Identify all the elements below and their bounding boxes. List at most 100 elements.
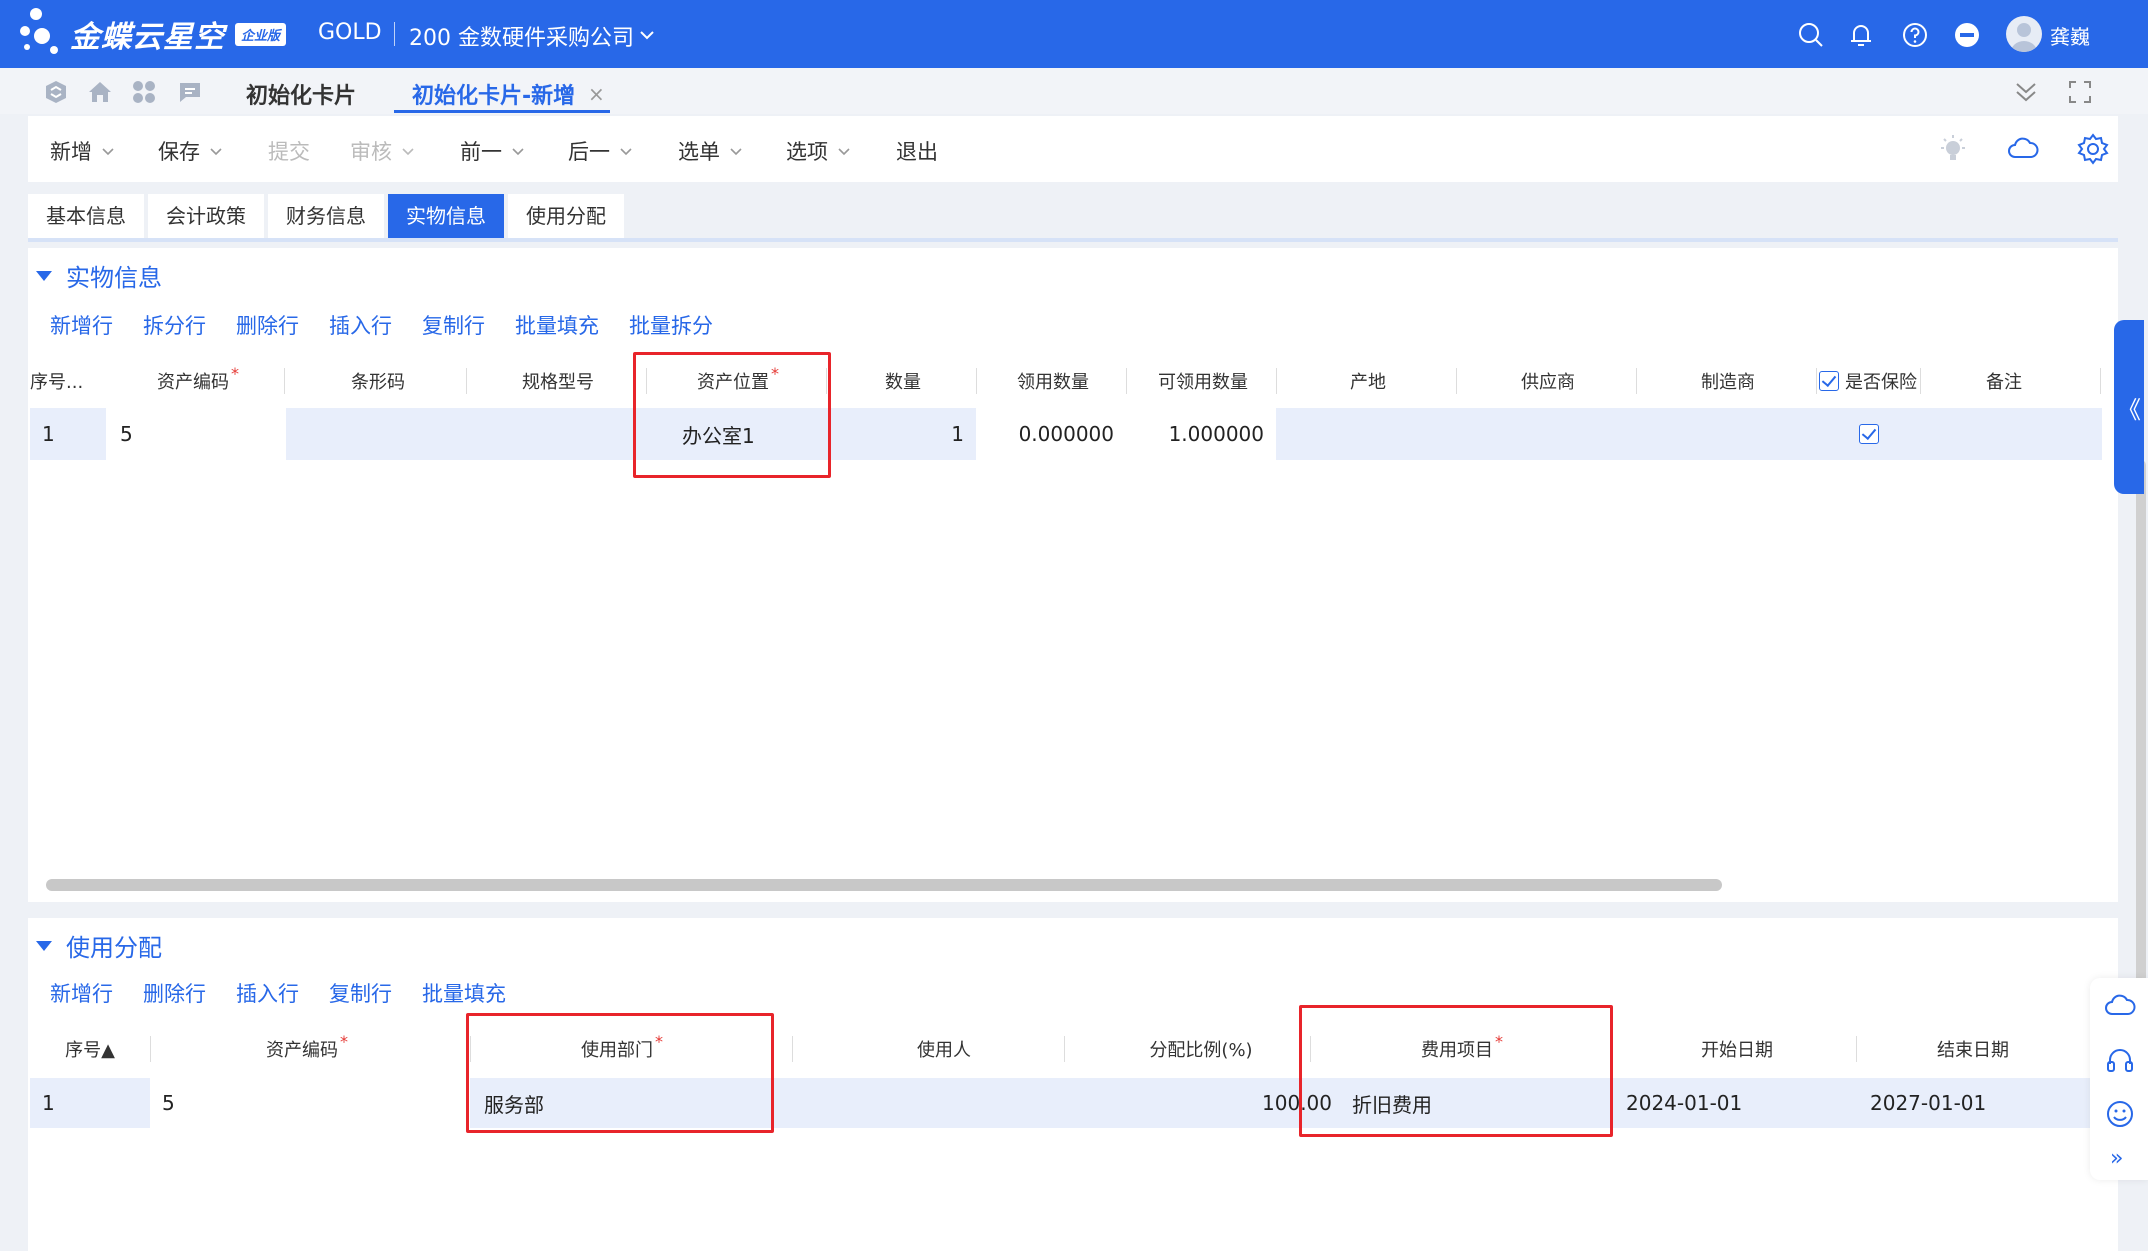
copy-row-button[interactable]: 复制行: [329, 978, 392, 1008]
cell-quantity[interactable]: 1: [828, 408, 976, 460]
col-divider[interactable]: [1456, 368, 1457, 394]
cell-user[interactable]: [792, 1078, 1064, 1128]
collapse-triangle-icon[interactable]: [36, 270, 52, 281]
add-row-button[interactable]: 新增行: [50, 310, 113, 340]
col-origin[interactable]: 产地: [1278, 354, 1458, 408]
chevron-down-icon[interactable]: [100, 143, 116, 159]
usage-allocation-title[interactable]: 使用分配: [36, 928, 162, 963]
col-barcode[interactable]: 条形码: [288, 354, 468, 408]
col-insured[interactable]: 是否保险: [1818, 354, 1918, 408]
search-icon[interactable]: [1796, 20, 1826, 50]
col-asset-code[interactable]: 资产编码 *: [152, 1022, 462, 1076]
col-seq[interactable]: 序号...: [30, 354, 108, 408]
exit-button[interactable]: 退出: [896, 136, 938, 166]
physical-info-title[interactable]: 实物信息: [36, 258, 162, 293]
cell-ratio[interactable]: 100.00: [1064, 1078, 1332, 1128]
batch-split-button[interactable]: 批量拆分: [629, 310, 713, 340]
audit-button[interactable]: 审核: [350, 136, 416, 166]
cloud-icon[interactable]: [2006, 132, 2040, 166]
col-divider[interactable]: [150, 1036, 151, 1062]
col-divider[interactable]: [1126, 368, 1127, 394]
col-divider[interactable]: [1856, 1036, 1857, 1062]
cell-asset-code[interactable]: 5: [106, 408, 286, 460]
tab-financial-info[interactable]: 财务信息: [268, 194, 384, 238]
tab-usage-allocation[interactable]: 使用分配: [508, 194, 624, 238]
fullscreen-icon[interactable]: [2066, 78, 2094, 106]
user-name[interactable]: 龚巍: [2050, 21, 2090, 50]
minus-circle-icon[interactable]: [1952, 20, 1982, 50]
tab-physical-info[interactable]: 实物信息: [388, 194, 504, 238]
close-icon[interactable]: ×: [588, 82, 605, 106]
options-button[interactable]: 选项: [786, 136, 852, 166]
refresh-icon[interactable]: [42, 78, 70, 106]
copy-row-button[interactable]: 复制行: [422, 310, 485, 340]
chevron-down-icon[interactable]: [618, 143, 634, 159]
new-button[interactable]: 新增: [50, 136, 116, 166]
save-button[interactable]: 保存: [158, 136, 224, 166]
horizontal-scrollbar-thumb[interactable]: [46, 879, 1722, 891]
split-row-button[interactable]: 拆分行: [143, 310, 206, 340]
delete-row-button[interactable]: 删除行: [236, 310, 299, 340]
side-collapse-tab[interactable]: 《: [2114, 320, 2144, 494]
cell-asset-code[interactable]: 5: [150, 1078, 470, 1128]
logo[interactable]: 金蝶云星空 企业版: [20, 6, 290, 62]
insert-row-button[interactable]: 插入行: [329, 310, 392, 340]
cell-insured[interactable]: [1818, 408, 1920, 460]
chevron-down-icon[interactable]: [728, 143, 744, 159]
chevron-down-icon[interactable]: [836, 143, 852, 159]
lightbulb-icon[interactable]: [1936, 132, 1970, 166]
cell-spec-model[interactable]: [466, 408, 648, 460]
col-seq-sorted[interactable]: 序号▲: [30, 1022, 150, 1076]
chevron-down-icon[interactable]: [510, 143, 526, 159]
col-divider[interactable]: [1276, 368, 1277, 394]
help-icon[interactable]: [1900, 20, 1930, 50]
insured-all-checkbox[interactable]: [1819, 371, 1839, 391]
cell-supplier[interactable]: [1456, 408, 1636, 460]
previous-button[interactable]: 前一: [460, 136, 526, 166]
delete-row-button[interactable]: 删除行: [143, 978, 206, 1008]
col-start-date[interactable]: 开始日期: [1612, 1022, 1862, 1076]
submit-button[interactable]: 提交: [268, 136, 310, 166]
table-row[interactable]: 1 5 服务部 100.00 折旧费用 2024-01-01 2027-01-0…: [30, 1078, 2090, 1128]
col-divider[interactable]: [1816, 368, 1817, 394]
col-remark[interactable]: 备注: [1922, 354, 2086, 408]
cell-manufacturer[interactable]: [1636, 408, 1818, 460]
collapse-triangle-icon[interactable]: [36, 940, 52, 951]
message-icon[interactable]: [176, 78, 204, 106]
select-bill-button[interactable]: 选单: [678, 136, 744, 166]
chevron-down-icon[interactable]: [400, 143, 416, 159]
col-divider[interactable]: [1636, 368, 1637, 394]
col-manufacturer[interactable]: 制造商: [1638, 354, 1818, 408]
expand-right-icon[interactable]: »: [2110, 1146, 2123, 1171]
col-divider[interactable]: [1064, 1036, 1065, 1062]
cell-end-date[interactable]: 2027-01-01: [1856, 1078, 2090, 1128]
col-user[interactable]: 使用人: [794, 1022, 1094, 1076]
chevron-down-icon[interactable]: [208, 143, 224, 159]
add-row-button[interactable]: 新增行: [50, 978, 113, 1008]
cell-start-date[interactable]: 2024-01-01: [1610, 1078, 1856, 1128]
org-selector[interactable]: 200 金数硬件采购公司: [409, 20, 634, 52]
col-divider[interactable]: [2100, 368, 2101, 394]
tab-card-init[interactable]: 初始化卡片: [246, 78, 356, 110]
insert-row-button[interactable]: 插入行: [236, 978, 299, 1008]
col-supplier[interactable]: 供应商: [1458, 354, 1638, 408]
gear-icon[interactable]: [2076, 132, 2110, 166]
col-divider[interactable]: [284, 368, 285, 394]
table-row[interactable]: 1 5 办公室1 1 0.000000 1.000000: [30, 408, 2102, 460]
col-divider[interactable]: [976, 368, 977, 394]
tab-accounting-policy[interactable]: 会计政策: [148, 194, 264, 238]
cell-origin[interactable]: [1276, 408, 1456, 460]
home-icon[interactable]: [86, 78, 114, 106]
tab-card-init-new[interactable]: 初始化卡片-新增: [412, 78, 575, 110]
cell-remark[interactable]: [1920, 408, 2102, 460]
avatar[interactable]: [2006, 16, 2042, 52]
col-used-quantity[interactable]: 领用数量: [978, 354, 1128, 408]
chevron-down-icon[interactable]: [638, 26, 656, 44]
col-divider[interactable]: [466, 368, 467, 394]
smiley-icon[interactable]: [2104, 1098, 2136, 1130]
col-available-quantity[interactable]: 可领用数量: [1128, 354, 1278, 408]
col-quantity[interactable]: 数量: [828, 354, 978, 408]
batch-fill-button[interactable]: 批量填充: [422, 978, 506, 1008]
chevron-double-down-icon[interactable]: [2012, 78, 2040, 106]
col-divider[interactable]: [792, 1036, 793, 1062]
